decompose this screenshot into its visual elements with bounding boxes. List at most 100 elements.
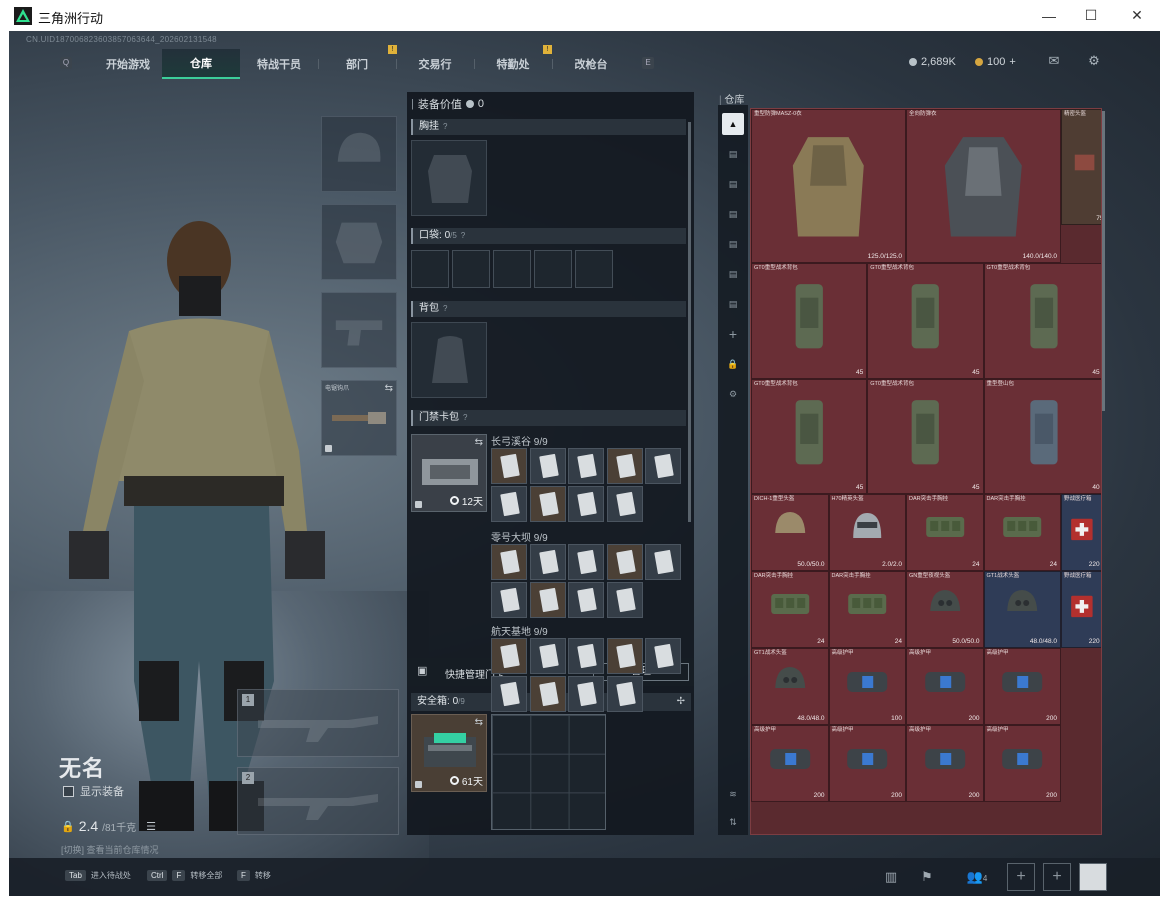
- keycard-item[interactable]: [529, 448, 566, 484]
- warehouse-item[interactable]: GT0重型战术背包 45: [751, 263, 868, 379]
- keycard-item[interactable]: [529, 486, 566, 522]
- warehouse-item[interactable]: GT0重型战术背包 45: [983, 263, 1101, 379]
- pocket-slot[interactable]: [575, 250, 613, 288]
- transfer-all-hint[interactable]: Ctrl F 转移全部: [147, 870, 222, 881]
- stack-icon[interactable]: ≋: [722, 783, 744, 805]
- warehouse-item[interactable]: GT0重型战术背包 45: [867, 378, 984, 494]
- keycard-item[interactable]: [491, 544, 527, 580]
- enter-staging-hint[interactable]: Tab 进入待战处: [65, 870, 131, 881]
- list-icon[interactable]: ☰: [146, 820, 156, 833]
- keycard-item[interactable]: [568, 448, 604, 484]
- warehouse-item[interactable]: 高级护甲 200: [751, 725, 829, 802]
- show-equipment-toggle[interactable]: 显示装备: [63, 783, 124, 799]
- tab-gunsmith[interactable]: 改枪台: [552, 49, 630, 79]
- tab-start-game[interactable]: 开始游戏: [89, 49, 167, 79]
- player-avatar[interactable]: [1079, 863, 1107, 891]
- warehouse-item[interactable]: 重型防弹MASZ-0衣 125.0/125.0: [751, 109, 906, 263]
- invite-slot-2[interactable]: +: [1043, 863, 1071, 891]
- swap-icon[interactable]: ⇆: [475, 717, 483, 728]
- keycard-item[interactable]: [491, 582, 527, 618]
- keycard-item[interactable]: [645, 638, 681, 674]
- warehouse-item[interactable]: 全向防弹衣 140.0/140.0: [906, 109, 1061, 263]
- keycard-item[interactable]: [568, 676, 604, 712]
- chest-rig-slot[interactable]: [411, 140, 487, 216]
- transfer-hint[interactable]: F 转移: [237, 870, 271, 881]
- warehouse-item[interactable]: 野战医疗箱 220: [1061, 571, 1101, 648]
- keycard-item[interactable]: [645, 448, 681, 484]
- warehouse-item[interactable]: GT1战术头盔 48.0/48.0: [751, 648, 829, 725]
- gold-currency[interactable]: 100 +: [975, 56, 1016, 68]
- keycard-case-item[interactable]: ⇆ 12天: [411, 434, 487, 512]
- secondary-weapon-slot[interactable]: 2: [237, 767, 399, 835]
- warehouse-item[interactable]: GT0重型战术背包 45: [751, 378, 868, 494]
- stats-icon[interactable]: ▥: [879, 865, 903, 889]
- tab-market[interactable]: 交易行: [396, 49, 474, 79]
- help-icon[interactable]: ?: [443, 304, 447, 313]
- pistol-slot[interactable]: [321, 292, 397, 368]
- warehouse-item[interactable]: 高级护甲 200: [983, 648, 1061, 725]
- minimize-button[interactable]: —: [1026, 0, 1072, 31]
- flag-icon[interactable]: ⚑: [915, 865, 939, 889]
- warehouse-tab-4[interactable]: ▤: [722, 203, 744, 225]
- warehouse-item[interactable]: 高级护甲 200: [906, 725, 984, 802]
- maximize-button[interactable]: ☐: [1068, 0, 1114, 31]
- keycard-item[interactable]: [606, 544, 643, 580]
- help-icon[interactable]: ?: [443, 122, 447, 131]
- keycard-item[interactable]: [529, 638, 566, 674]
- keycard-item[interactable]: [491, 638, 527, 674]
- tab-operators[interactable]: 特战干员: [240, 49, 318, 79]
- settings-gear-icon[interactable]: ⚙: [1085, 53, 1103, 69]
- loadout-scrollbar[interactable]: [688, 122, 691, 522]
- keycard-item[interactable]: [491, 448, 527, 484]
- safe-box-grid[interactable]: [491, 714, 606, 830]
- warehouse-tab-7[interactable]: ▤: [722, 293, 744, 315]
- warehouse-item[interactable]: 高级护甲 200: [906, 648, 984, 725]
- keycard-item[interactable]: [606, 676, 643, 712]
- warehouse-item[interactable]: GN重型夜视头盔 50.0/50.0: [906, 571, 984, 648]
- tab-warehouse[interactable]: 仓库: [162, 49, 240, 79]
- warehouse-item[interactable]: DAR突击手胸挂 24: [751, 571, 829, 648]
- pocket-slot[interactable]: [452, 250, 490, 288]
- party-icon[interactable]: 👥4: [959, 865, 995, 889]
- warehouse-item[interactable]: GT1战术头盔 48.0/48.0: [983, 571, 1061, 648]
- keycard-item[interactable]: [529, 544, 566, 580]
- warehouse-item[interactable]: GT0重型战术背包 45: [867, 263, 984, 379]
- pocket-slot[interactable]: [493, 250, 531, 288]
- keycard-item[interactable]: [568, 582, 604, 618]
- warehouse-tab-2[interactable]: ▤: [722, 143, 744, 165]
- help-icon[interactable]: ?: [463, 413, 467, 422]
- tab-department[interactable]: 部门: [318, 49, 396, 79]
- keycard-item[interactable]: [606, 582, 643, 618]
- keycard-item[interactable]: [568, 486, 604, 522]
- keycard-item[interactable]: [606, 448, 643, 484]
- tab-special-ops[interactable]: 特勤处: [474, 49, 552, 79]
- warehouse-item[interactable]: DAR突击手胸挂 24: [828, 571, 906, 648]
- safe-box-item[interactable]: ⇆ 61天: [411, 714, 487, 792]
- swap-icon[interactable]: ⇆: [385, 383, 393, 394]
- swap-icon[interactable]: ⇆: [475, 437, 483, 448]
- warehouse-tab-6[interactable]: ▤: [722, 263, 744, 285]
- keycard-item[interactable]: [529, 582, 566, 618]
- keycard-item[interactable]: [568, 638, 604, 674]
- keycard-item[interactable]: [491, 486, 527, 522]
- keycard-item[interactable]: [606, 486, 643, 522]
- mail-icon[interactable]: ✉: [1045, 53, 1063, 69]
- warehouse-item[interactable]: 野战医疗箱 220: [1061, 494, 1101, 571]
- warehouse-tab-all-icon[interactable]: ▲: [722, 113, 744, 135]
- pocket-slot[interactable]: [411, 250, 449, 288]
- help-icon[interactable]: ?: [461, 231, 465, 240]
- show-equipment-checkbox[interactable]: [63, 785, 74, 797]
- warehouse-item[interactable]: 高级护甲 200: [983, 725, 1061, 802]
- melee-slot[interactable]: 电锯钩爪 ⇆: [321, 380, 397, 456]
- helmet-slot[interactable]: [321, 116, 397, 192]
- keycard-item[interactable]: [606, 638, 643, 674]
- invite-slot-1[interactable]: +: [1007, 863, 1035, 891]
- warehouse-item[interactable]: H70精英头盔 2.0/2.0: [828, 494, 906, 571]
- pocket-slot[interactable]: [534, 250, 572, 288]
- warehouse-tab-5[interactable]: ▤: [722, 233, 744, 255]
- keycard-item[interactable]: [645, 544, 681, 580]
- warehouse-item[interactable]: DAR突击手胸挂 24: [983, 494, 1061, 571]
- warehouse-scrollbar[interactable]: [1102, 111, 1105, 411]
- warehouse-item[interactable]: DICH-1重型头盔 50.0/50.0: [751, 494, 829, 571]
- warehouse-item[interactable]: 重型登山包 40: [983, 378, 1101, 494]
